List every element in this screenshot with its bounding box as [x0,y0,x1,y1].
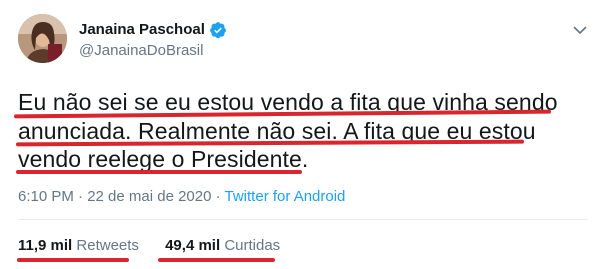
annotation-underline [17,258,129,262]
likes-count: 49,4 mil [165,237,221,254]
annotation-underline [158,258,275,262]
likes-stat[interactable]: 49,4 mil Curtidas [165,236,280,256]
tweet-stats: 11,9 mil Retweets 49,4 mil Curtidas [18,236,296,256]
author-display-name[interactable]: Janaina Paschoal [79,20,205,39]
annotation-underline [16,170,302,174]
tweet-meta: 6:10 PM · 22 de mai de 2020 · Twitter fo… [18,187,345,207]
tweet-source-link[interactable]: Twitter for Android [225,188,346,205]
profile-photo [18,14,67,63]
chevron-down-icon[interactable] [572,22,588,38]
retweets-label: Retweets [76,237,139,254]
retweets-stat[interactable]: 11,9 mil Retweets [18,236,139,256]
retweets-count: 11,9 mil [18,237,73,254]
author-avatar[interactable] [18,14,67,63]
tweet-card: Janaina Paschoal @JanainaDoBrasil Eu não… [0,0,605,269]
likes-label: Curtidas [224,237,281,254]
tweet-timestamp[interactable]: 6:10 PM · 22 de mai de 2020 · [18,188,225,205]
divider [18,219,588,220]
author-info: Janaina Paschoal @JanainaDoBrasil [79,20,227,61]
author-handle[interactable]: @JanainaDoBrasil [79,41,227,61]
tweet-text: Eu não sei se eu estou vendo a fita que … [18,88,588,174]
verified-badge-icon [209,21,227,39]
